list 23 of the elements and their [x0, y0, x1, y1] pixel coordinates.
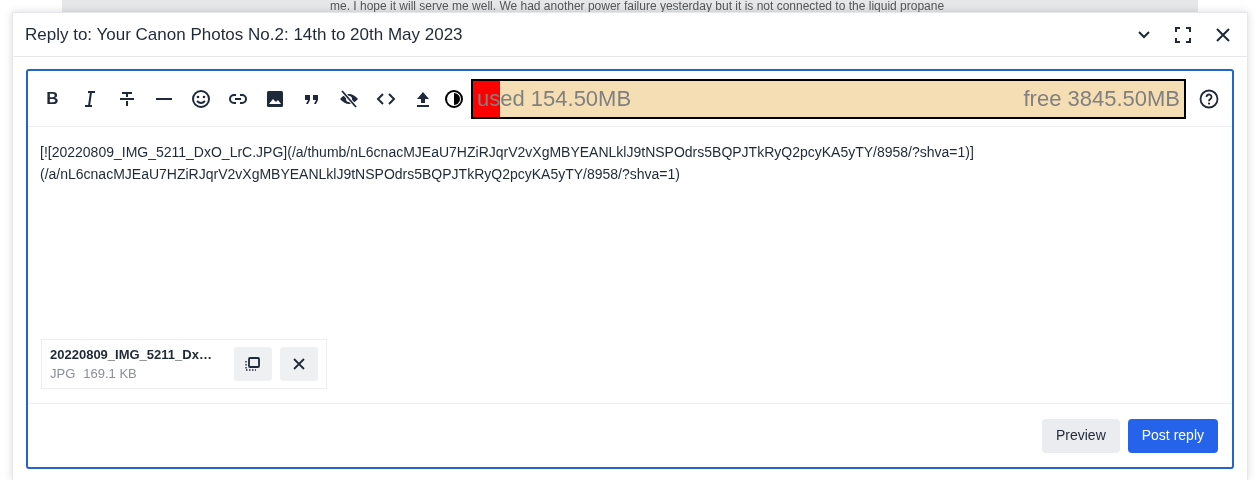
chevron-down-icon: [1137, 29, 1151, 40]
image-icon: [264, 88, 285, 109]
dialog-title: Reply to: Your Canon Photos No.2: 14th to 20th May 2023: [25, 23, 464, 46]
post-button[interactable]: Post reply: [1127, 418, 1218, 453]
fullscreen-icon: [1175, 26, 1191, 43]
remove-button[interactable]: [280, 347, 318, 381]
bold-button[interactable]: B: [34, 80, 71, 117]
free-storage-text: free 3845.50MB: [1022, 85, 1181, 113]
background-text: me. I hope it will serve me well. We had another power failure yesterday but it is not connected to the liquid propane: [62, 0, 1198, 12]
eye-slash-icon: [338, 88, 359, 109]
horizontal-rule-icon: [155, 97, 172, 100]
close-icon: [292, 357, 306, 371]
close-icon: [1215, 26, 1231, 43]
attachment-name: 20220809_IMG_5211_Dx…: [50, 345, 213, 364]
copy-button[interactable]: [234, 347, 272, 381]
contrast-icon: [444, 88, 464, 109]
editor-text-area[interactable]: [![20220809_IMG_5211_DxO_LrC.JPG](/a/thumb/nL6cnacMJEaU7HZiRJqrV2vXgMBYEANLklJ9tNSPOdrs5BQPJTkRyQ2pcyKA5yTY/8958/?shva=1)](/a/nL6cnacMJEaU7HZiRJqrV2vXgMBYEANLklJ9tNSPOdrs5BQPJTkRyQ2pcyKA5yTY/8958/?shva=1): [28, 127, 1232, 327]
copy-icon: [244, 355, 262, 373]
file-size: 169.1 KB: [83, 365, 137, 383]
smiley-icon: [190, 88, 211, 109]
preview-button[interactable]: Preview: [1041, 418, 1120, 453]
file-type: JPG: [50, 365, 76, 383]
help-icon: [1199, 88, 1219, 109]
